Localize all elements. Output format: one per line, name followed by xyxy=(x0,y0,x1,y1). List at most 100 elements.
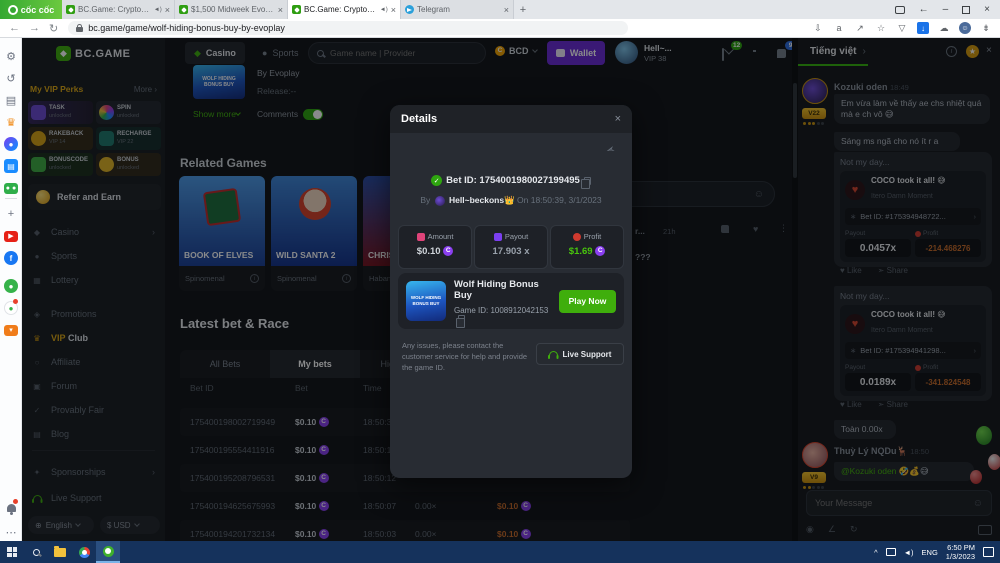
modal-bet-id: ✓Bet ID: 1754001980027199495 xyxy=(390,175,632,186)
new-tab-button[interactable]: + xyxy=(514,0,532,19)
tab-close-icon[interactable]: × xyxy=(165,5,170,15)
modal-game-card: WOLF HIDINGBONUS BUY Wolf Hiding Bonus B… xyxy=(398,273,624,329)
coin-icon xyxy=(595,246,605,256)
bcgame-favicon xyxy=(66,5,75,14)
notification-bell-icon[interactable] xyxy=(3,500,19,516)
action-center-icon[interactable] xyxy=(983,547,994,557)
game-thumbnail[interactable]: WOLF HIDINGBONUS BUY xyxy=(406,281,446,321)
sync-cloud-icon[interactable]: ☁ xyxy=(938,22,950,34)
browser-tab-1[interactable]: BC.Game: Crypto Casino ◄) × xyxy=(62,0,175,19)
maximize-button[interactable] xyxy=(962,6,970,14)
volume-icon[interactable]: ◄) xyxy=(904,548,914,557)
coin-icon xyxy=(443,246,453,256)
share-icon[interactable]: ↗ xyxy=(854,22,866,34)
start-button[interactable] xyxy=(0,541,24,563)
headset-icon xyxy=(549,351,558,357)
telegram-favicon xyxy=(405,5,414,14)
forward-button[interactable]: → xyxy=(29,22,40,34)
youtube-icon[interactable]: ▶ xyxy=(3,228,19,244)
reload-button[interactable]: ↻ xyxy=(49,22,58,35)
modal-game-id: Game ID: 1008912042153 xyxy=(454,306,551,324)
file-explorer-icon[interactable] xyxy=(48,541,72,563)
browser-tab-3-active[interactable]: BC.Game: Crypto Casino ◄) × xyxy=(288,0,401,19)
downloads-tray-icon[interactable]: ⇟ xyxy=(980,22,992,34)
tab-title: $1,500 Midweek Evoplay Mu... xyxy=(191,5,275,14)
hot-crown-icon[interactable]: ♛ xyxy=(3,114,19,130)
coccoc-side-rail: ⚙ ↺ ▤ ♛ ● ▤ ● ● + ▶ f ● ● ▾ ⋯ xyxy=(0,38,22,541)
speaker-icon: ◄) xyxy=(380,7,388,13)
messenger-icon[interactable]: ● xyxy=(3,136,19,152)
tab-close-icon[interactable]: × xyxy=(278,5,283,15)
bcgame-favicon xyxy=(179,5,188,14)
live-support-button[interactable]: Live Support xyxy=(536,343,624,365)
chart-app-icon[interactable]: ▤ xyxy=(3,158,19,174)
taskbar-tray: ^ ◄) ENG 6:50 PM1/3/2023 xyxy=(874,543,1000,561)
coccoc-taskbar-icon-active[interactable] xyxy=(96,541,120,563)
profile-avatar-icon[interactable]: ☺ xyxy=(959,22,971,34)
play-now-button[interactable]: Play Now xyxy=(559,290,616,313)
language-indicator[interactable]: ENG xyxy=(922,548,938,557)
modal-username[interactable]: Hell~beckons👑 xyxy=(449,195,515,205)
modal-close-icon[interactable]: × xyxy=(615,113,621,125)
windows-taskbar: ^ ◄) ENG 6:50 PM1/3/2023 xyxy=(0,541,1000,563)
screen: cốc cốc BC.Game: Crypto Casino ◄) × $1,5… xyxy=(0,0,1000,563)
payout-icon xyxy=(494,233,502,241)
coccoc-logo-icon xyxy=(8,5,18,15)
copy-icon[interactable] xyxy=(584,177,591,185)
history-icon[interactable]: ↺ xyxy=(3,70,19,86)
profit-icon xyxy=(573,233,581,241)
address-bar[interactable]: bc.game/game/wolf-hiding-bonus-buy-by-ev… xyxy=(68,21,628,35)
chrome-taskbar-icon[interactable] xyxy=(72,541,96,563)
amount-icon xyxy=(417,233,425,241)
taskbar-clock[interactable]: 6:50 PM1/3/2023 xyxy=(946,543,975,561)
tab-title: Telegram xyxy=(417,5,501,14)
reading-list-icon[interactable]: ▤ xyxy=(3,92,19,108)
tab-close-icon[interactable]: × xyxy=(504,5,509,15)
browser-toolbar: ← → ↻ bc.game/game/wolf-hiding-bonus-buy… xyxy=(0,19,1000,38)
adblock-shield-icon[interactable]: ▽ xyxy=(896,22,908,34)
stat-payout: Payout 17.903 x xyxy=(474,225,548,269)
tab-search-icon[interactable] xyxy=(895,6,905,14)
modal-support-note: Any issues, please contact the customer … xyxy=(402,341,530,374)
modal-titlebar: Details × xyxy=(390,105,632,133)
minimize-button[interactable]: – xyxy=(943,5,949,15)
bookmark-star-icon[interactable]: ☆ xyxy=(875,22,887,34)
speaker-icon: ◄) xyxy=(154,7,162,13)
stat-profit: Profit $1.69 xyxy=(550,225,624,269)
network-icon[interactable] xyxy=(886,548,896,556)
modal-by-line: By Hell~beckons👑 On 18:50:39, 3/1/2023 xyxy=(390,195,632,206)
tab-title: BC.Game: Crypto Casino xyxy=(78,5,151,14)
gamepad-icon[interactable]: ● ● xyxy=(3,180,19,196)
save-page-icon[interactable]: ⇩ xyxy=(812,22,824,34)
add-shortcut-icon[interactable]: + xyxy=(3,206,19,222)
shop-icon[interactable]: ● xyxy=(3,300,19,316)
window-controls: ← – × xyxy=(895,0,1000,19)
cart-icon[interactable]: ▾ xyxy=(3,322,19,338)
tab-title: BC.Game: Crypto Casino xyxy=(304,5,377,14)
brand-label: cốc cốc xyxy=(21,5,55,15)
download-extension-icon[interactable]: ↓ xyxy=(917,22,929,34)
taskbar-search-icon[interactable] xyxy=(24,541,48,563)
back-button[interactable]: ← xyxy=(9,22,20,34)
stat-amount: Amount $0.10 xyxy=(398,225,472,269)
browser-tab-2[interactable]: $1,500 Midweek Evoplay Mu... × xyxy=(175,0,288,19)
tab-restore-icon[interactable]: ← xyxy=(919,5,929,15)
translate-icon[interactable]: a xyxy=(833,22,845,34)
rail-more-icon[interactable]: ⋯ xyxy=(3,524,19,540)
bcgame-favicon xyxy=(292,5,301,14)
copy-icon[interactable] xyxy=(458,315,465,323)
mini-avatar xyxy=(435,196,445,206)
tab-close-icon[interactable]: × xyxy=(391,5,396,15)
close-window-button[interactable]: × xyxy=(984,5,990,15)
facebook-icon[interactable]: f xyxy=(3,250,19,266)
modal-title: Details xyxy=(401,113,437,125)
tray-expand-icon[interactable]: ^ xyxy=(874,548,878,557)
share-bet-icon[interactable]: ➣ xyxy=(604,142,617,157)
coccoc-brand-button[interactable]: cốc cốc xyxy=(0,0,62,19)
browser-tab-4[interactable]: Telegram × xyxy=(401,0,514,19)
lock-icon xyxy=(76,27,83,32)
url-text: bc.game/game/wolf-hiding-bonus-buy-by-ev… xyxy=(88,23,285,33)
zalo-icon[interactable]: ● xyxy=(3,278,19,294)
settings-gear-icon[interactable]: ⚙ xyxy=(3,48,19,64)
toolbar-icons: ⇩ a ↗ ☆ ▽ ↓ ☁ ☺ ⇟ xyxy=(812,22,1000,34)
